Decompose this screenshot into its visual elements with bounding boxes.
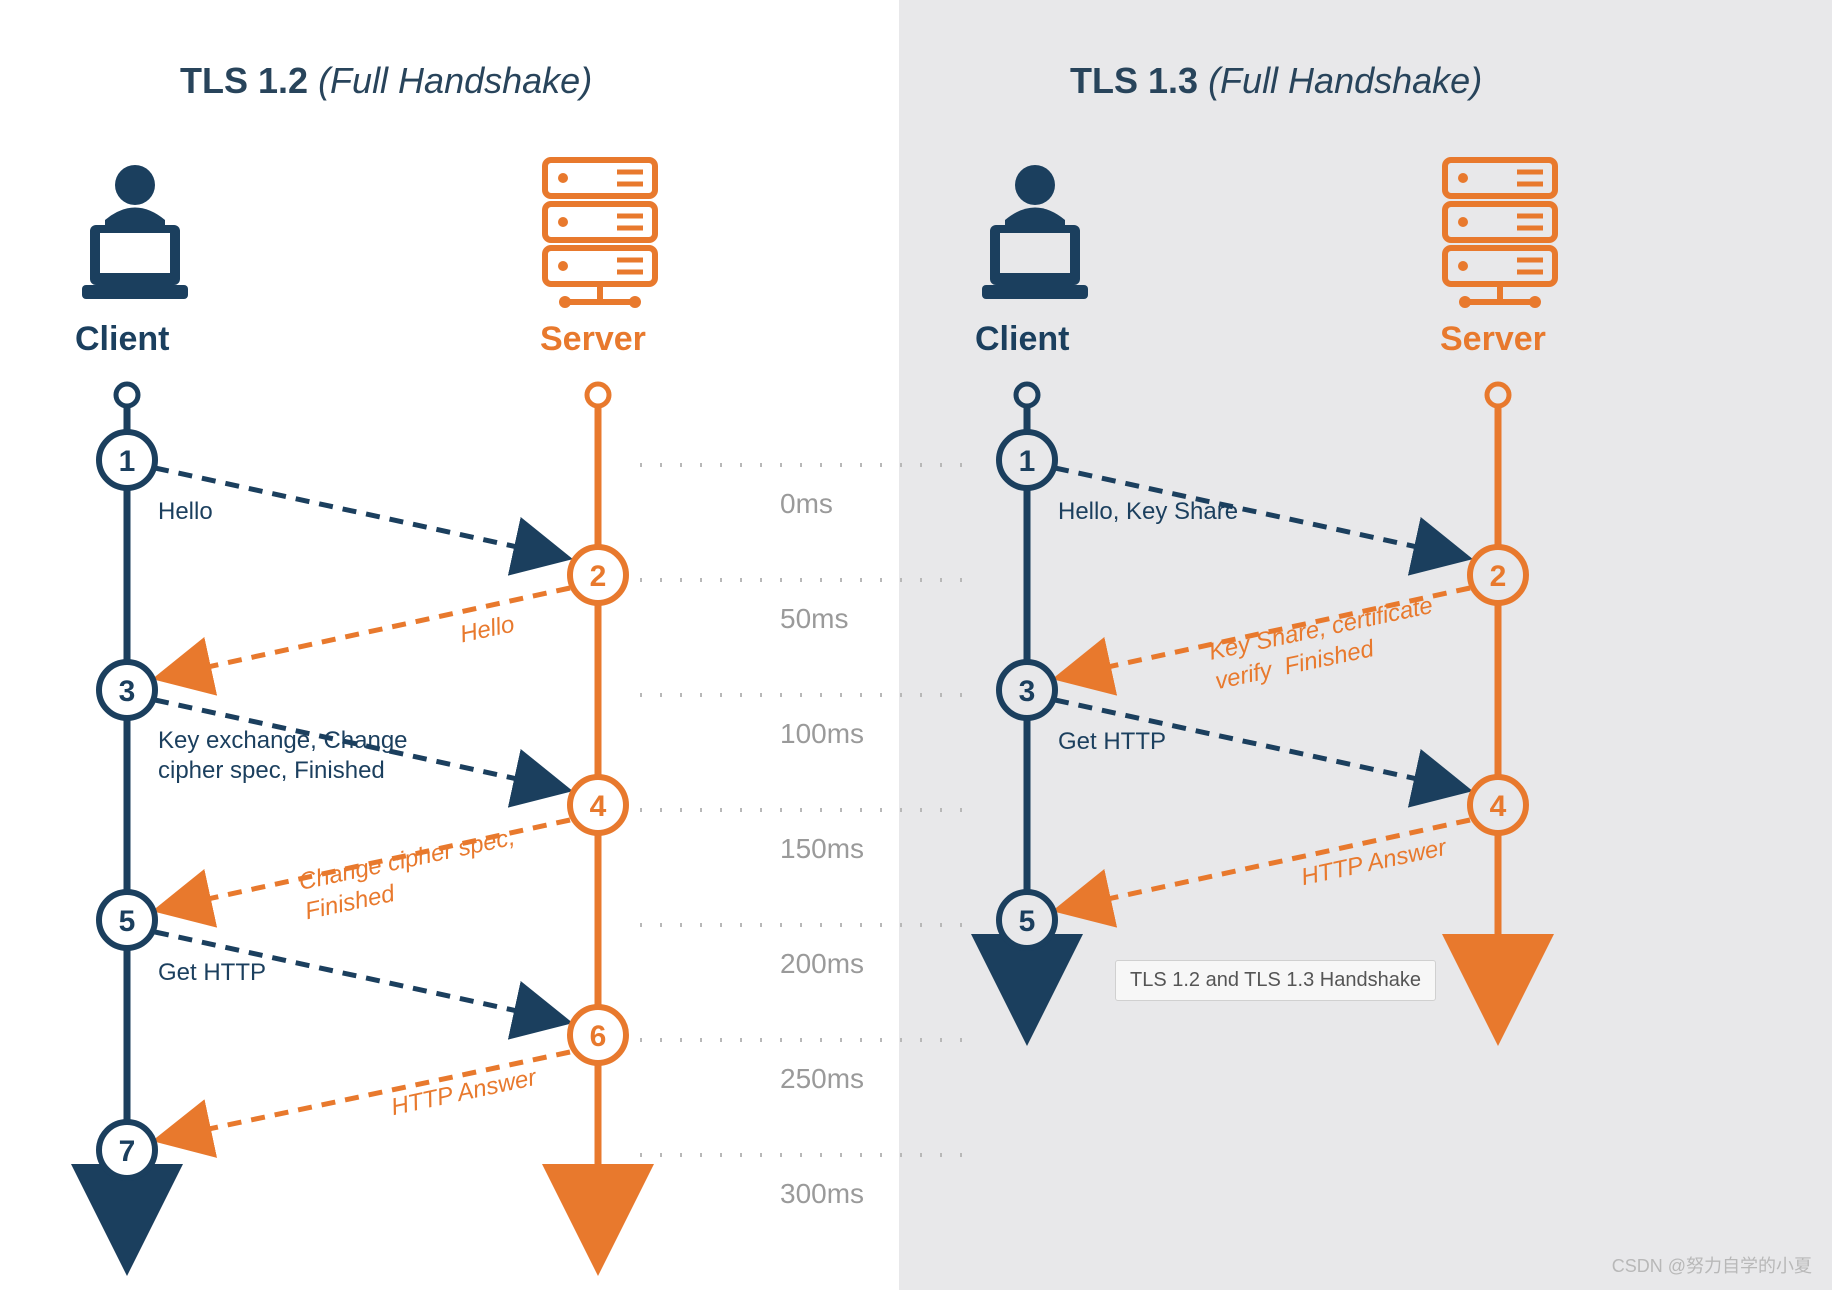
arrow-1-2 xyxy=(155,468,568,558)
time-0: 0ms xyxy=(780,488,833,520)
svg-text:2: 2 xyxy=(1490,560,1507,593)
server-icon xyxy=(545,160,655,308)
timeline-dots xyxy=(640,465,980,1155)
svg-text:6: 6 xyxy=(590,1020,607,1053)
svg-text:4: 4 xyxy=(590,790,607,823)
client-icon xyxy=(82,165,188,299)
time-1: 50ms xyxy=(780,603,848,635)
time-4: 200ms xyxy=(780,948,864,980)
msg-3: Key exchange, Change cipher spec, Finish… xyxy=(158,726,408,786)
svg-text:5: 5 xyxy=(119,905,136,938)
svg-text:1: 1 xyxy=(1019,445,1036,478)
time-3: 150ms xyxy=(780,833,864,865)
watermark: CSDN @努力自学的小夏 xyxy=(1612,1252,1812,1278)
server-icon xyxy=(1445,160,1555,308)
lifeline-client-left xyxy=(116,384,138,1220)
svg-text:7: 7 xyxy=(119,1135,136,1168)
lifeline-server-right xyxy=(1487,384,1509,990)
svg-text:1: 1 xyxy=(119,445,136,478)
svg-text:3: 3 xyxy=(119,675,136,708)
msg-r3: Get HTTP xyxy=(1058,727,1166,757)
time-2: 100ms xyxy=(780,718,864,750)
time-5: 250ms xyxy=(780,1063,864,1095)
tooltip-caption: TLS 1.2 and TLS 1.3 Handshake xyxy=(1115,960,1436,1001)
msg-5: Get HTTP xyxy=(158,958,266,988)
time-6: 300ms xyxy=(780,1178,864,1210)
svg-text:5: 5 xyxy=(1019,905,1036,938)
msg-1: Hello xyxy=(158,497,213,527)
svg-text:3: 3 xyxy=(1019,675,1036,708)
msg-r1: Hello, Key Share xyxy=(1058,497,1238,527)
client-icon xyxy=(982,165,1088,299)
svg-text:4: 4 xyxy=(1490,790,1507,823)
steps-left: 1 2 3 4 5 6 7 xyxy=(99,432,626,1178)
svg-text:2: 2 xyxy=(590,560,607,593)
